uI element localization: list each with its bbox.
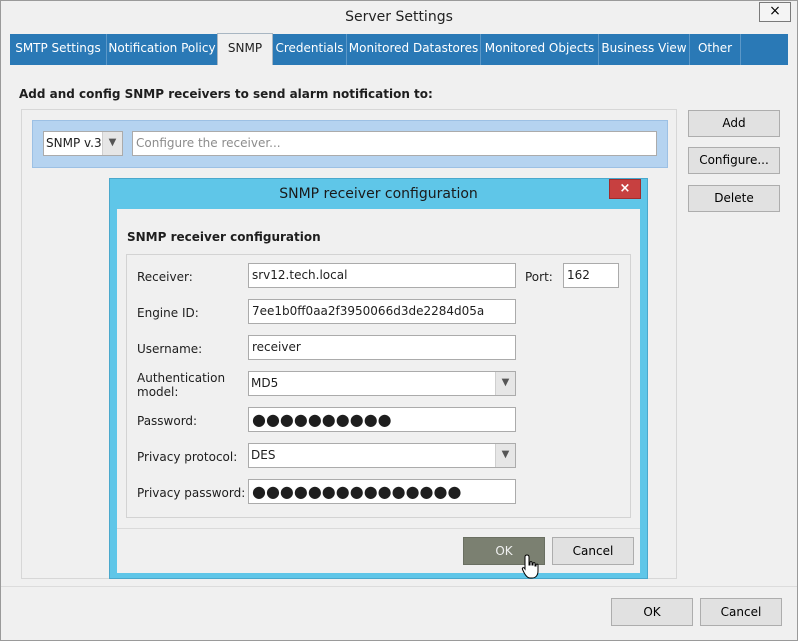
snmp-heading: Add and config SNMP receivers to send al… <box>19 87 433 101</box>
chevron-down-icon: ▼ <box>102 132 122 155</box>
snmp-version-value: SNMP v.3 <box>46 136 102 150</box>
auth-model-value: MD5 <box>251 376 279 390</box>
close-icon: × <box>769 3 781 19</box>
receiver-row[interactable]: SNMP v.3 ▼ Configure the receiver... <box>32 120 668 168</box>
dialog-body: SNMP receiver configuration Receiver: sr… <box>117 209 640 573</box>
receiver-label: Receiver: <box>137 270 193 284</box>
tab-smtp-settings[interactable]: SMTP Settings <box>10 34 107 65</box>
close-icon: × <box>619 181 631 196</box>
dialog-close-button[interactable]: × <box>609 179 641 199</box>
engine-id-field[interactable]: 7ee1b0ff0aa2f3950066d3de2284d05a <box>248 299 516 324</box>
engine-id-label: Engine ID: <box>137 306 199 320</box>
snmp-version-select[interactable]: SNMP v.3 ▼ <box>43 131 123 156</box>
port-field[interactable]: 162 <box>563 263 619 288</box>
window-title: Server Settings <box>345 9 453 25</box>
tab-notification-policy[interactable]: Notification Policy <box>107 34 218 65</box>
privacy-protocol-label: Privacy protocol: <box>137 450 238 464</box>
window-close-button[interactable]: × <box>759 2 791 22</box>
privacy-protocol-value: DES <box>251 448 276 462</box>
configure-button[interactable]: Configure... <box>688 147 780 174</box>
auth-model-select[interactable]: MD5 ▼ <box>248 371 516 396</box>
tab-business-view[interactable]: Business View <box>599 34 690 65</box>
hand-cursor-icon <box>521 554 539 579</box>
privacy-password-label: Privacy password: <box>137 486 246 500</box>
tab-snmp[interactable]: SNMP <box>217 33 273 66</box>
footer-cancel-button[interactable]: Cancel <box>700 598 782 626</box>
auth-model-label: Authentication model: <box>137 371 225 399</box>
receiver-config-placeholder: Configure the receiver... <box>136 136 281 150</box>
username-label: Username: <box>137 342 203 356</box>
tab-monitored-objects[interactable]: Monitored Objects <box>481 34 599 65</box>
receiver-form: Receiver: srv12.tech.local Port: 162 Eng… <box>126 254 631 518</box>
receiver-field[interactable]: srv12.tech.local <box>248 263 516 288</box>
tab-bar: SMTP Settings Notification Policy SNMP C… <box>10 33 788 66</box>
dialog-title: SNMP receiver configuration <box>279 186 478 202</box>
tab-other[interactable]: Other <box>690 34 741 65</box>
delete-button[interactable]: Delete <box>688 185 780 212</box>
auth-model-label-line1: Authentication <box>137 371 226 385</box>
window-titlebar: Server Settings × <box>1 1 797 33</box>
password-field[interactable]: ●●●●●●●●●● <box>248 407 516 432</box>
tab-credentials[interactable]: Credentials <box>273 34 347 65</box>
auth-model-label-line2: model: <box>137 385 179 399</box>
add-button[interactable]: Add <box>688 110 780 137</box>
snmp-receiver-dialog: SNMP receiver configuration × SNMP recei… <box>109 178 648 579</box>
dialog-divider <box>117 528 640 529</box>
footer-ok-button[interactable]: OK <box>611 598 693 626</box>
privacy-protocol-select[interactable]: DES ▼ <box>248 443 516 468</box>
chevron-down-icon: ▼ <box>495 444 515 467</box>
chevron-down-icon: ▼ <box>495 372 515 395</box>
password-label: Password: <box>137 414 198 428</box>
dialog-cancel-button[interactable]: Cancel <box>552 537 634 565</box>
privacy-password-field[interactable]: ●●●●●●●●●●●●●●● <box>248 479 516 504</box>
receiver-config-input[interactable]: Configure the receiver... <box>132 131 657 156</box>
port-label: Port: <box>525 270 553 284</box>
username-field[interactable]: receiver <box>248 335 516 360</box>
server-settings-window: Server Settings × SMTP Settings Notifica… <box>0 0 798 641</box>
tab-monitored-datastores[interactable]: Monitored Datastores <box>347 34 481 65</box>
footer-divider <box>1 586 797 587</box>
dialog-heading: SNMP receiver configuration <box>127 230 321 244</box>
